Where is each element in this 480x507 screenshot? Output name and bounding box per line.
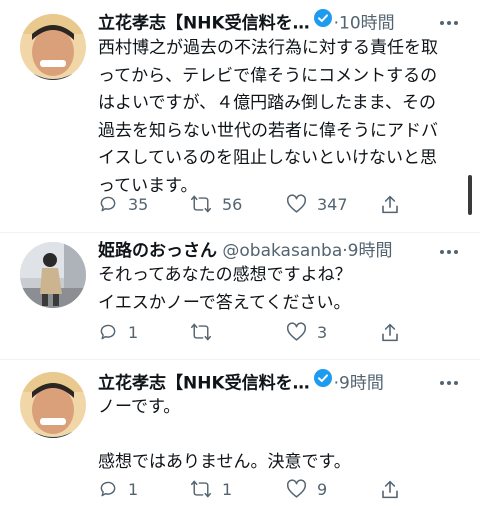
retweet-icon	[190, 479, 212, 499]
like-icon	[286, 322, 307, 342]
reply-button[interactable]: 35	[98, 189, 148, 219]
retweet-button[interactable]	[190, 317, 222, 347]
share-button[interactable]	[380, 189, 400, 219]
timestamp[interactable]: ·10時間	[334, 14, 395, 34]
like-button[interactable]: 3	[286, 317, 327, 347]
divider	[0, 359, 480, 360]
verified-badge-icon	[313, 8, 332, 36]
like-icon	[286, 194, 307, 214]
more-icon[interactable]	[436, 372, 462, 394]
retweet-icon	[190, 194, 212, 214]
like-count: 347	[317, 194, 348, 214]
retweet-button[interactable]: 1	[190, 474, 232, 504]
handle[interactable]: @obakasanba	[222, 241, 342, 261]
like-count: 3	[317, 322, 328, 342]
retweet-icon	[190, 322, 212, 342]
display-name[interactable]: 姫路のおっさん	[98, 241, 217, 261]
display-name[interactable]: 立花孝志【NHK受信料を…	[98, 14, 310, 34]
scrollbar[interactable]	[468, 175, 472, 215]
reply-icon	[98, 194, 118, 214]
like-button[interactable]: 9	[286, 474, 327, 504]
reply-count: 1	[128, 322, 139, 342]
avatar[interactable]	[20, 372, 86, 438]
reply-icon	[98, 322, 118, 342]
more-icon[interactable]	[436, 12, 462, 34]
reply-count: 1	[128, 479, 139, 499]
avatar[interactable]	[20, 242, 86, 308]
like-count: 9	[317, 479, 328, 499]
reply-button[interactable]: 1	[98, 317, 138, 347]
share-button[interactable]	[380, 474, 400, 504]
retweet-count: 56	[222, 194, 243, 214]
tweet-text: ノーです。 感想ではありません。決意です。	[98, 397, 351, 472]
divider	[0, 232, 480, 233]
retweet-count: 1	[222, 479, 233, 499]
display-name[interactable]: 立花孝志【NHK受信料を…	[98, 374, 310, 394]
more-icon[interactable]	[436, 241, 462, 263]
timestamp[interactable]: ·9時間	[334, 374, 384, 394]
verified-badge-icon	[313, 368, 332, 396]
share-button[interactable]	[380, 317, 400, 347]
avatar[interactable]	[20, 14, 86, 80]
like-button[interactable]: 347	[286, 189, 348, 219]
reply-button[interactable]: 1	[98, 474, 138, 504]
retweet-button[interactable]: 56	[190, 189, 242, 219]
like-icon	[286, 479, 307, 499]
tweet-text: それってあなたの感想ですよね？ イエスかノーで答えてください。	[98, 265, 352, 313]
share-icon	[380, 194, 400, 215]
tweet-text: 西村博之が過去の不法行為に対する責任を取 ってから、テレビで偉そうにコメントする…	[98, 38, 438, 196]
reply-icon	[98, 479, 118, 499]
share-icon	[380, 479, 400, 500]
share-icon	[380, 322, 400, 343]
timestamp[interactable]: ·9時間	[342, 241, 392, 261]
reply-count: 35	[128, 194, 149, 214]
